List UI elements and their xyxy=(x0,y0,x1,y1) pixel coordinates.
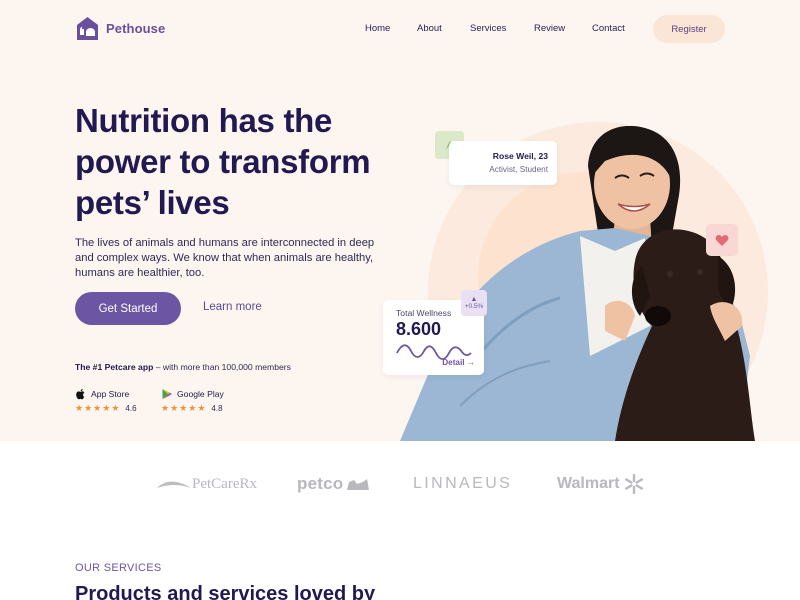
wellness-change-badge: ▲ +0.5% xyxy=(461,290,487,316)
nav-contact[interactable]: Contact xyxy=(592,23,625,34)
hero-subtext: The lives of animals and humans are inte… xyxy=(75,237,375,279)
partner-logo-walmart: Walmart xyxy=(557,472,645,496)
star-icon: ★ xyxy=(111,403,120,413)
app-store-label: App Store xyxy=(91,389,130,399)
nav-home[interactable]: Home xyxy=(365,23,390,34)
profile-name: Rose Weil, 23 xyxy=(492,151,548,161)
brand-name: Pethouse xyxy=(106,20,166,36)
google-play-rating: ★ ★ ★ ★ ★ 4.8 xyxy=(161,403,223,414)
google-play-label: Google Play xyxy=(177,389,224,399)
register-button[interactable]: Register xyxy=(653,15,725,43)
nav-review[interactable]: Review xyxy=(534,23,565,34)
star-icon: ★ xyxy=(102,403,111,413)
dog-cat-silhouette-icon xyxy=(347,479,370,490)
members-bold: The #1 Petcare app xyxy=(75,362,154,372)
hero-headline: Nutrition has the power to transform pet… xyxy=(75,102,371,221)
heart-badge xyxy=(706,224,738,256)
paw-swoosh-icon xyxy=(157,481,191,488)
app-store-link[interactable]: App Store xyxy=(75,388,129,400)
partner-name-petcarerx: PetCareRx xyxy=(192,475,257,492)
logo[interactable]: Pethouse xyxy=(75,15,165,41)
app-store-rating-value: 4.6 xyxy=(125,404,137,413)
app-store-rating: ★ ★ ★ ★ ★ 4.6 xyxy=(75,403,137,414)
hero-section: Pethouse Home About Services Review Cont… xyxy=(0,0,800,441)
star-icon: ★ xyxy=(75,403,84,413)
star-icon: ★ xyxy=(170,403,179,413)
star-icon: ★ xyxy=(161,403,170,413)
star-icon: ★ xyxy=(179,403,188,413)
wellness-value: 8.600 xyxy=(396,319,442,339)
wellness-change-value: +0.5% xyxy=(464,303,484,310)
services-eyebrow: OUR SERVICES xyxy=(75,562,162,574)
star-icon: ★ xyxy=(84,403,93,413)
star-icon: ★ xyxy=(93,403,102,413)
nav-services[interactable]: Services xyxy=(470,23,506,34)
profile-role: Activist, Student xyxy=(489,165,548,174)
members-note: The #1 Petcare app – with more than 100,… xyxy=(75,362,291,372)
learn-more-link[interactable]: Learn more xyxy=(203,301,262,313)
google-play-link[interactable]: Google Play xyxy=(161,388,224,400)
partner-logo-linnaeus: LINNAEUS xyxy=(413,472,512,496)
partner-name-linnaeus: LINNAEUS xyxy=(413,475,513,492)
google-play-icon xyxy=(162,389,172,399)
star-icon: ★ xyxy=(197,403,206,413)
arrow-up-icon: ▲ xyxy=(470,296,478,303)
spark-icon xyxy=(624,473,643,495)
partner-logo-petcarerx: PetCareRx xyxy=(156,472,257,496)
wellness-label: Total Wellness xyxy=(396,308,452,318)
apple-icon xyxy=(76,389,85,400)
partner-logo-petco: petco xyxy=(297,472,371,496)
partner-name-walmart: Walmart xyxy=(557,475,620,492)
star-icon: ★ xyxy=(188,403,197,413)
get-started-button[interactable]: Get Started xyxy=(75,292,181,325)
house-logo-icon xyxy=(77,17,98,40)
services-title: Products and services loved by xyxy=(75,583,376,600)
partner-name-petco: petco xyxy=(297,474,344,493)
wellness-detail-link[interactable]: Detail → xyxy=(442,358,475,367)
members-rest: – with more than 100,000 members xyxy=(153,362,291,372)
profile-card: Rose Weil, 23 Activist, Student xyxy=(449,141,557,185)
nav-about[interactable]: About xyxy=(417,23,442,34)
heart-icon xyxy=(715,234,729,246)
google-play-rating-value: 4.8 xyxy=(211,404,223,413)
